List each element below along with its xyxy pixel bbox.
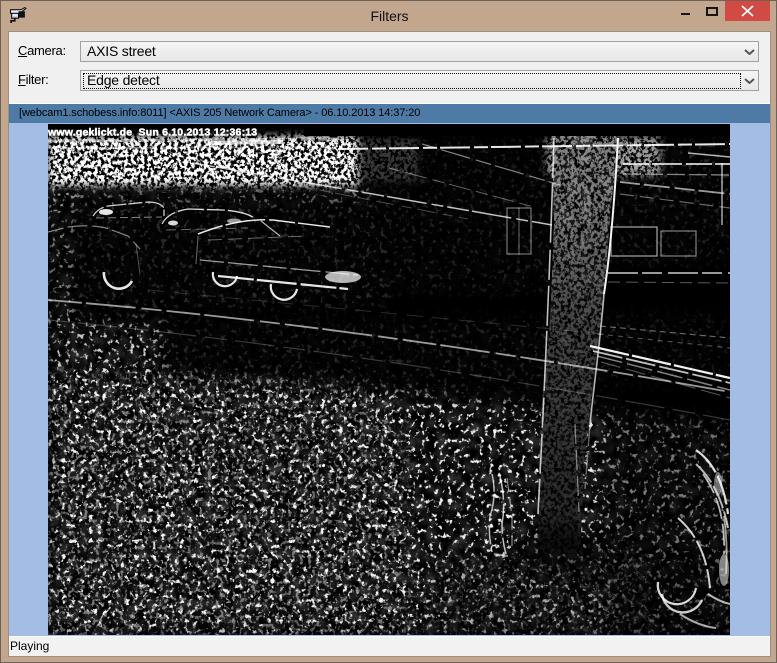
- svg-text:www.geklickt.de Sun 6.10.2013: www.geklickt.de Sun 6.10.2013 12:36:13: [48, 127, 257, 139]
